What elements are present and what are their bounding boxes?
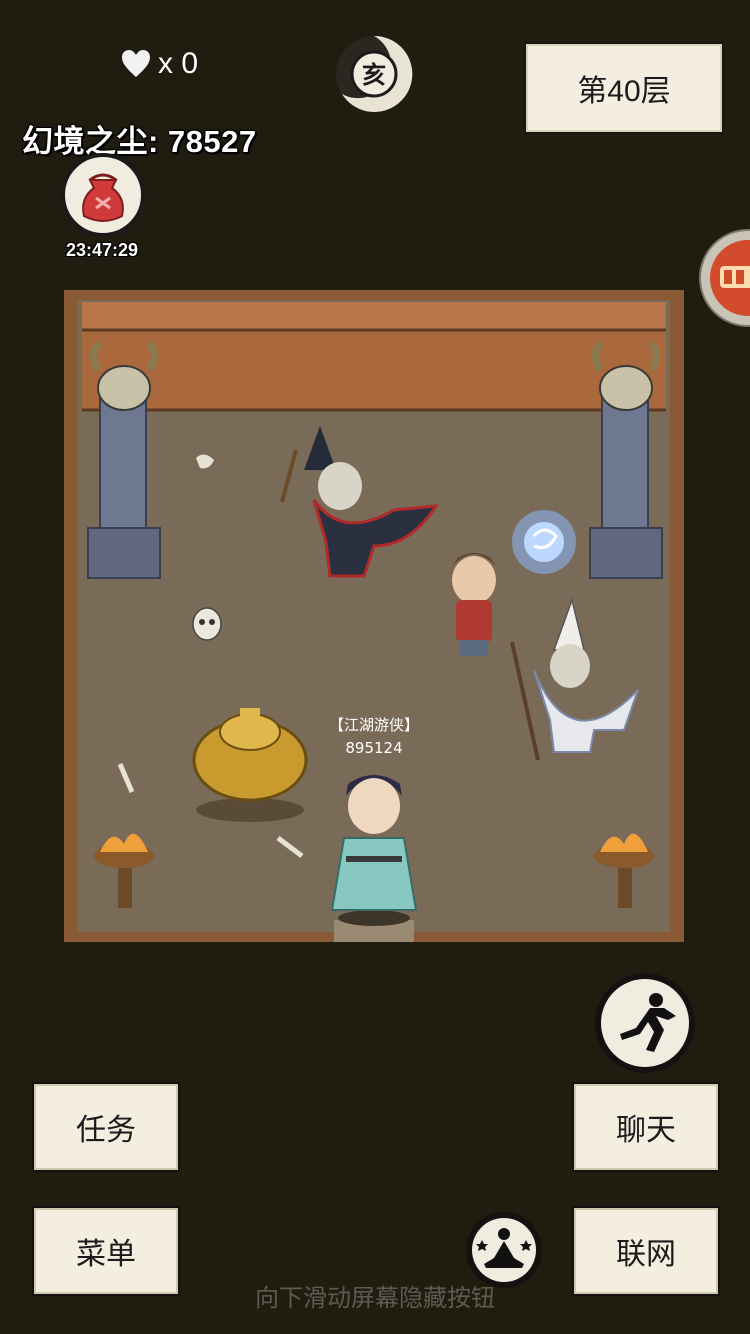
player-title: 【江湖游侠】 <box>329 716 419 734</box>
heart-icon <box>122 50 150 77</box>
lives-count: x 0 <box>158 47 199 80</box>
blue-vortex <box>512 510 576 574</box>
sprint-icon[interactable] <box>592 970 698 1076</box>
lucky-bag-icon[interactable] <box>60 152 146 238</box>
zodiac-time-icon[interactable]: 亥 <box>334 34 414 114</box>
task-button[interactable]: 任务 <box>32 1082 180 1172</box>
player-power: 895124 <box>345 739 402 757</box>
floating-menu-icon[interactable] <box>698 228 750 328</box>
skull <box>192 607 222 641</box>
game-map[interactable]: 【江湖游侠】 895124 <box>64 290 684 942</box>
floor-level-button[interactable]: 第40层 <box>524 42 724 134</box>
bag-timer: 23:47:29 <box>65 240 139 260</box>
chat-button[interactable]: 聊天 <box>572 1082 720 1172</box>
network-label: 联网 <box>616 1238 676 1271</box>
hint-text: 向下滑动屏幕隐藏按钮 <box>255 1285 495 1312</box>
floor-label: 第40层 <box>577 75 671 108</box>
chat-label: 聊天 <box>616 1114 676 1147</box>
task-label: 任务 <box>76 1114 136 1147</box>
lives-counter: x 0 <box>120 42 198 86</box>
zodiac-char: 亥 <box>362 61 386 89</box>
npc-child[interactable] <box>452 553 496 656</box>
menu-label: 菜单 <box>76 1238 136 1271</box>
